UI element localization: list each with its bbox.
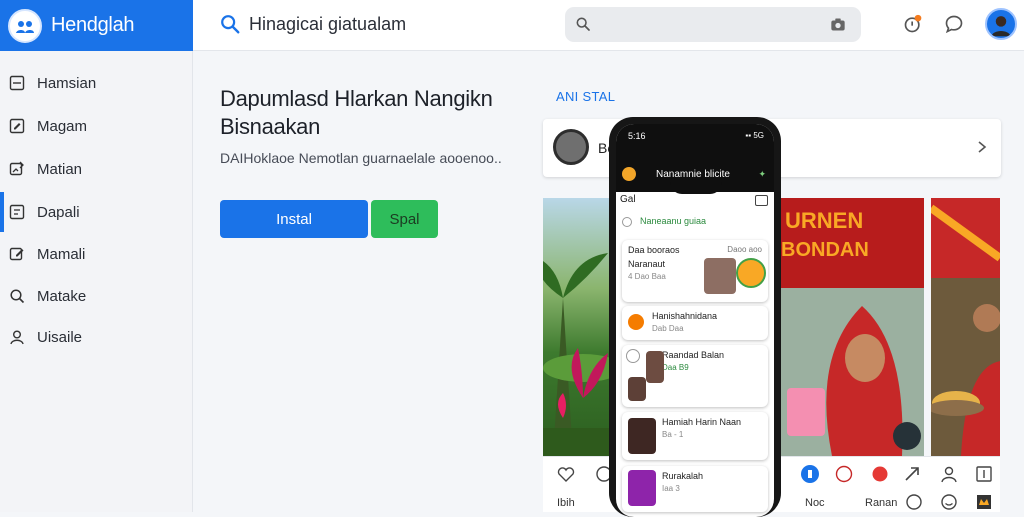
heart-icon[interactable] (557, 465, 575, 483)
sidebar-item-uisaile[interactable]: Uisaile (0, 317, 193, 357)
sidebar-item-label: Matake (37, 287, 87, 305)
sidebar-item-magam[interactable]: Magam (0, 106, 193, 146)
sidebar-item-hamsian[interactable]: Hamsian (0, 63, 193, 103)
avatar (628, 418, 656, 454)
install-button[interactable]: Instal (220, 200, 368, 238)
search-icon (10, 289, 25, 304)
sparkle-icon[interactable]: ✦ (758, 169, 766, 180)
svg-text:BONDAN: BONDAN (781, 239, 869, 261)
phone-time: 5:16 (628, 131, 646, 141)
list-item[interactable]: Hanishahnidana Dab Daa (622, 306, 768, 340)
phone-header-label: Gal (620, 194, 636, 205)
hero-subtitle: DAIHoklaoe Nemotlan guarnaelale aooenoo.… (220, 150, 502, 166)
avatar (628, 470, 656, 506)
send-icon[interactable] (903, 465, 921, 483)
sidebar-item-label: Magam (37, 117, 88, 135)
sidebar-item-label: Dapali (37, 203, 80, 221)
hero-title: Dapumlasd Hlarkan Nangikn Bisnaakan (220, 86, 493, 139)
bottom-label-mid: Noc (805, 497, 825, 509)
phone-signal: ▪▪ 5G (745, 131, 764, 140)
chat-icon[interactable] (944, 14, 964, 34)
list-item[interactable]: Daa booraos Daoo aoo Naranaut 4 Dao Baa (622, 240, 768, 302)
image-edit-icon (9, 161, 24, 176)
avatar (628, 314, 644, 330)
search-input[interactable] (565, 7, 861, 42)
bookmark-icon[interactable] (835, 465, 853, 483)
radio-icon (622, 216, 632, 227)
user-icon[interactable] (940, 465, 958, 483)
app-icon (622, 167, 636, 181)
user-icon (10, 330, 24, 345)
card-meta-right: Daoo aoo (727, 245, 762, 254)
upload-icon[interactable] (975, 465, 993, 483)
radio-icon (626, 349, 640, 363)
phone-notch (670, 180, 722, 194)
alert-icon[interactable] (871, 465, 889, 483)
list-item[interactable]: Rurakalah Iaa 3 (622, 466, 768, 512)
card-title: Rurakalah (662, 471, 704, 481)
card-meta: Daa B9 (662, 363, 689, 372)
phone-trend-row[interactable]: Naneaanu guiaa (622, 216, 768, 234)
sidebar-item-matian[interactable]: Matian (0, 149, 193, 189)
avatar (553, 129, 589, 165)
crown-icon[interactable] (975, 493, 993, 511)
brand-name: Hendglah (51, 14, 135, 36)
card-title: Hanishahnidana (652, 311, 718, 321)
card-meta: Dab Daa (652, 324, 684, 333)
phone-trend-label: Naneaanu guiaa (640, 216, 707, 226)
clock-icon[interactable] (905, 493, 923, 511)
sidebar-item-label: Matian (37, 160, 83, 178)
vendor-portrait-photo: URNEN BONDAN (777, 198, 924, 456)
card-meta: Iaa 3 (662, 484, 680, 493)
document-icon (9, 204, 25, 220)
sidebar-item-dapali[interactable]: Dapali (0, 192, 193, 232)
bottom-label-left: Ibih (557, 497, 575, 509)
pencil-icon (9, 247, 24, 261)
phone-header: Gal (620, 194, 770, 212)
menu-icon[interactable] (755, 195, 768, 206)
share-icon[interactable] (801, 465, 819, 483)
sidebar-item-mamali[interactable]: Mamali (0, 234, 193, 274)
chevron-right-icon[interactable] (975, 140, 989, 154)
phone-mockup: 5:16 ▪▪ 5G Nanamnie blicite ✦ Gal Naneaa… (609, 117, 781, 517)
sidebar-item-matake[interactable]: Matake (0, 276, 193, 316)
card-title: Raandad Balan (662, 350, 725, 360)
avatar (628, 377, 646, 401)
avatar (704, 258, 736, 294)
phone-app-name: Nanamnie blicite (656, 169, 730, 180)
svg-text:URNEN: URNEN (785, 208, 863, 233)
bottom-label-right: Ranan (865, 497, 898, 509)
list-item[interactable]: Hamiah Harin Naan Ba - 1 (622, 412, 768, 460)
page-title: Hinagicai giatualam (249, 14, 407, 34)
sidebar-item-label: Uisaile (37, 328, 83, 346)
phone-screen: 5:16 ▪▪ 5G Nanamnie blicite ✦ Gal Naneaa… (616, 124, 774, 517)
brand-logo-icon (8, 8, 42, 43)
list-item[interactable]: Raandad Balan Daa B9 (622, 345, 768, 407)
section-label: ANI STAL (556, 89, 616, 104)
card-title: Hamiah Harin Naan (662, 417, 742, 427)
food-stall-photo (931, 198, 1000, 456)
search-icon[interactable] (219, 13, 241, 35)
avatar (736, 258, 766, 288)
share-button[interactable]: Spal (371, 200, 438, 238)
list-icon (9, 75, 25, 91)
card-meta: Ba - 1 (662, 430, 684, 439)
search-icon (576, 17, 590, 31)
sidebar-item-label: Mamali (37, 245, 86, 263)
avatar[interactable] (985, 8, 1017, 40)
brand-bar[interactable]: Hendglah (0, 0, 193, 51)
camera-icon[interactable] (830, 17, 846, 32)
top-bar: Hinagicai giatualam (193, 0, 1024, 51)
edit-icon (9, 118, 25, 134)
avatar (646, 351, 664, 383)
sidebar-item-label: Hamsian (37, 74, 97, 92)
smile-icon[interactable] (940, 493, 958, 511)
sidebar: Hamsian Magam Matian Dapali Mamali Matak… (0, 51, 193, 512)
notification-icon[interactable] (903, 14, 923, 34)
